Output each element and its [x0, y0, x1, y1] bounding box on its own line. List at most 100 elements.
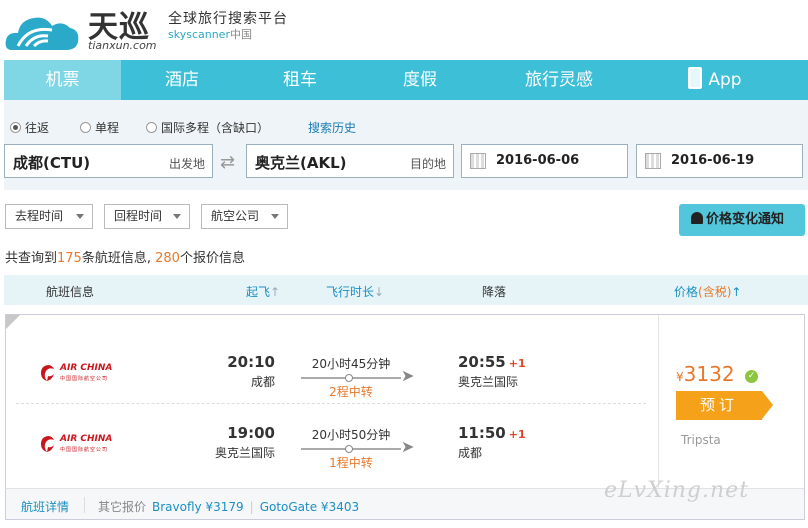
trip-type-multicity[interactable]: 国际多程（含缺口）	[146, 119, 269, 136]
provider-name: Tripsta	[681, 433, 721, 447]
radio-icon	[80, 122, 91, 133]
departure-time: 20:10	[227, 353, 275, 371]
plane-arrow-icon: ➤	[401, 366, 415, 385]
col-price-tax: (含税)	[698, 285, 732, 299]
airline-logo: AIR CHINA 中国国际航空公司	[38, 361, 112, 389]
airline-logo: AIR CHINA 中国国际航空公司	[38, 432, 112, 460]
main-nav: 机票 酒店 租车 度假 旅行灵感 App	[4, 60, 808, 100]
sub-brand-skyscanner: skyscanner	[168, 28, 230, 41]
other-price-bravofly[interactable]: Bravofly ¥3179	[152, 500, 244, 514]
filter-depart-time-label: 去程时间	[15, 209, 64, 223]
flight-duration: 20小时45分钟	[311, 357, 391, 371]
col-duration-label: 飞行时长	[326, 285, 375, 299]
phone-icon	[688, 67, 703, 89]
search-panel: 往返 单程 国际多程（含缺口） 搜索历史 成都(CTU) 出发地 ⇄ 奥克兰(A…	[4, 100, 808, 190]
footer-divider	[84, 497, 85, 513]
summary-prefix: 共查询到	[5, 251, 58, 266]
nav-item-holidays[interactable]: 度假	[370, 60, 470, 100]
trip-type-roundtrip[interactable]: 往返	[10, 119, 49, 136]
stop-dot-icon	[345, 374, 353, 382]
radio-checked-icon	[10, 122, 21, 133]
arrival-city: 成都	[458, 446, 483, 460]
nav-item-inspiration[interactable]: 旅行灵感	[504, 60, 614, 100]
nav-item-app-label: App	[708, 70, 742, 90]
origin-field[interactable]: 成都(CTU) 出发地	[4, 144, 213, 178]
return-date-field[interactable]: 2016-06-19	[636, 144, 803, 178]
nav-item-car-rental[interactable]: 租车	[250, 60, 350, 100]
price-alert-label: 价格变化通知	[706, 212, 785, 227]
book-button[interactable]: 预订	[676, 391, 762, 420]
sort-arrow-icon: ↑	[270, 285, 281, 299]
arrival-time-group: 11:50 +1	[458, 424, 526, 442]
sub-brand: skyscanner中国	[168, 26, 252, 42]
book-button-arrow[interactable]	[762, 391, 773, 419]
destination-hint: 目的地	[409, 157, 446, 171]
destination-value: 奥克兰(AKL)	[255, 154, 347, 172]
destination-field[interactable]: 奥克兰(AKL) 目的地	[246, 144, 454, 178]
swap-arrows-icon[interactable]: ⇄	[220, 152, 235, 173]
flight-count: 175	[57, 251, 82, 266]
caret-down-icon	[173, 214, 181, 219]
air-china-phoenix-icon	[41, 365, 54, 381]
return-leg: AIR CHINA 中国国际航空公司 19:00 奥克兰国际 20小时50分钟 …	[6, 422, 658, 482]
other-prices: 其它报价 Bravofly ¥3179 | GotoGate ¥3403	[98, 498, 359, 515]
departure-city: 成都	[250, 375, 275, 389]
nav-item-hotels[interactable]: 酒店	[132, 60, 232, 100]
stop-count[interactable]: 2程中转	[306, 383, 396, 400]
calendar-icon	[645, 153, 661, 169]
arrival-city: 奥克兰国际	[458, 375, 519, 389]
price-count: 280	[155, 251, 180, 266]
route-line	[301, 374, 401, 382]
return-date-value: 2016-06-19	[671, 153, 755, 168]
col-departure-sort[interactable]: 起飞↑	[246, 283, 280, 300]
airline-name-cn: 中国国际航空公司	[60, 447, 109, 453]
col-departure-label: 起飞	[246, 285, 271, 299]
route-line	[301, 445, 401, 453]
nav-item-flights[interactable]: 机票	[4, 60, 121, 100]
header: 天巡 tianxun.com 全球旅行搜索平台 skyscanner中国	[0, 0, 808, 60]
sort-arrow-icon: ↑	[731, 285, 742, 299]
filter-airline[interactable]: 航空公司	[201, 204, 288, 229]
day-offset: +1	[508, 357, 526, 370]
search-history-link[interactable]: 搜索历史	[308, 119, 356, 136]
trip-type-multicity-label: 国际多程（含缺口）	[161, 121, 270, 135]
air-china-phoenix-icon	[41, 436, 54, 452]
col-flight-info: 航班信息	[46, 285, 95, 299]
col-price-sort[interactable]: 价格(含税)↑	[674, 283, 741, 300]
outbound-leg: AIR CHINA 中国国际航空公司 20:10 成都 20小时45分钟 ➤ 2…	[6, 351, 658, 411]
caret-down-icon	[271, 214, 279, 219]
airline-name-cn: 中国国际航空公司	[60, 376, 109, 382]
trip-type-oneway-label: 单程	[95, 121, 120, 135]
col-price-label: 价格	[674, 285, 699, 299]
airline-name: AIR CHINA	[60, 434, 113, 444]
arrival-time: 11:50	[458, 424, 506, 442]
filter-depart-time[interactable]: 去程时间	[5, 204, 93, 229]
depart-date-field[interactable]: 2016-06-06	[461, 144, 628, 178]
corner-fold-icon	[6, 315, 20, 329]
stop-count[interactable]: 1程中转	[306, 454, 396, 471]
verified-check-icon: ✓	[745, 370, 758, 383]
departure-time: 19:00	[227, 424, 275, 442]
other-price-gotogate[interactable]: GotoGate ¥3403	[260, 500, 359, 514]
flight-details-link[interactable]: 航班详情	[21, 498, 69, 515]
nav-item-app[interactable]: App	[670, 60, 760, 100]
summary-suffix: 个报价信息	[179, 251, 245, 266]
bell-icon	[691, 212, 703, 224]
radio-icon	[146, 122, 157, 133]
filter-return-time[interactable]: 回程时间	[104, 204, 190, 229]
trip-type-oneway[interactable]: 单程	[80, 119, 119, 136]
filter-return-time-label: 回程时间	[114, 209, 163, 223]
plane-arrow-icon: ➤	[401, 437, 415, 456]
price-value: ¥3132	[676, 362, 735, 386]
logo-domain: tianxun.com	[88, 39, 157, 52]
logo-cloud-icon[interactable]	[4, 6, 84, 54]
col-duration-sort[interactable]: 飞行时长↓	[326, 283, 384, 300]
airline-name: AIR CHINA	[60, 363, 113, 373]
sub-brand-china: 中国	[229, 28, 252, 41]
other-prices-label: 其它报价	[98, 500, 147, 514]
flight-duration: 20小时50分钟	[311, 428, 391, 442]
price-alert-button[interactable]: 价格变化通知	[679, 204, 805, 236]
arrival-time: 20:55	[458, 353, 506, 371]
calendar-icon	[470, 153, 486, 169]
origin-hint: 出发地	[168, 157, 205, 171]
